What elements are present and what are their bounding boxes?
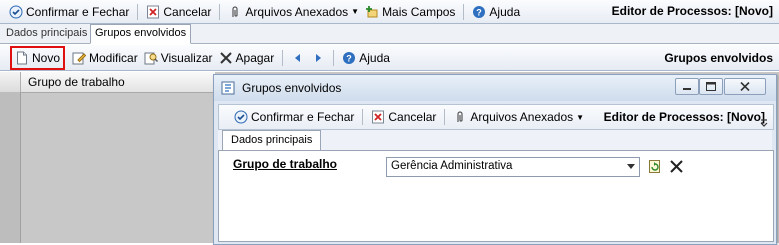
cancel-icon	[147, 5, 160, 18]
modify-button[interactable]: Modificar	[69, 48, 141, 68]
close-window-button[interactable]	[724, 78, 766, 95]
view-icon	[144, 52, 158, 64]
dialog-editor-title: Editor de Processos: [Novo]	[603, 110, 765, 124]
help-button[interactable]: ? Ajuda	[469, 2, 523, 22]
svg-text:?: ?	[346, 53, 352, 63]
check-circle-icon	[234, 110, 248, 124]
row-header-corner	[0, 72, 21, 92]
grid-header: Grupo de trabalho	[0, 72, 215, 93]
attachments-dropdown[interactable]: Arquivos Anexados ▼	[225, 2, 362, 22]
main-toolbar: Confirmar e Fechar Cancelar Arquivos Ane…	[0, 0, 779, 24]
arrow-right-icon	[316, 53, 322, 62]
cancel-icon	[372, 110, 385, 124]
more-fields-button[interactable]: Mais Campos	[362, 2, 458, 22]
help-icon: ?	[473, 5, 486, 18]
maximize-icon	[706, 82, 716, 91]
dialog-title: Grupos envolvidos	[242, 81, 342, 95]
separator	[137, 3, 139, 20]
check-circle-icon	[9, 5, 23, 18]
paperclip-icon	[232, 5, 239, 17]
svg-text:?: ?	[477, 7, 483, 17]
clear-x-icon[interactable]	[670, 160, 683, 173]
grupo-de-trabalho-label: Grupo de trabalho	[233, 157, 338, 171]
lookup-refresh-icon[interactable]	[648, 159, 662, 174]
dialog-tab-dados-principais[interactable]: Dados principais	[222, 130, 322, 151]
dialog-form: Grupo de trabalho Gerência Administrativ…	[218, 150, 774, 242]
dialog-titlebar: Grupos envolvidos	[214, 75, 776, 101]
arrow-left-icon	[295, 53, 301, 62]
editor-title: Editor de Processos: [Novo]	[611, 4, 773, 18]
tab-dados-principais[interactable]: Dados principais	[2, 25, 91, 42]
delete-x-icon	[219, 51, 232, 64]
grid-help-button[interactable]: ? Ajuda	[339, 48, 393, 68]
grupos-envolvidos-dialog: Grupos envolvidos Confirmar e Fechar Can…	[213, 74, 777, 245]
toolbar-overflow-icon[interactable]	[760, 119, 768, 127]
separator	[333, 49, 335, 66]
separator	[463, 3, 465, 20]
section-title: Grupos envolvidos	[664, 51, 773, 65]
dialog-confirm-close-button[interactable]: Confirmar e Fechar	[231, 107, 357, 127]
grid-toolbar: Novo Modificar Visualizar Apagar ? Ajuda…	[0, 45, 779, 71]
dialog-attachments-dropdown[interactable]: Arquivos Anexados ▼	[450, 107, 587, 127]
dropdown-arrow-icon: ▼	[351, 7, 360, 16]
grupo-de-trabalho-select[interactable]: Gerência Administrativa	[386, 157, 640, 177]
next-button[interactable]	[308, 48, 328, 68]
tab-grupos-envolvidos[interactable]: Grupos envolvidos	[90, 24, 192, 44]
view-button[interactable]: Visualizar	[141, 48, 216, 68]
maximize-button[interactable]	[699, 78, 723, 95]
separator	[219, 3, 221, 20]
minimize-button[interactable]	[675, 78, 699, 95]
minimize-icon	[683, 88, 691, 90]
column-header-grupo-de-trabalho[interactable]: Grupo de trabalho	[28, 75, 125, 89]
dialog-toolbar: Confirmar e Fechar Cancelar Arquivos Ane…	[218, 104, 774, 130]
separator	[282, 49, 284, 66]
separator	[362, 109, 364, 125]
tab-strip: Dados principais Grupos envolvidos	[0, 24, 779, 44]
dialog-cancel-button[interactable]: Cancelar	[368, 107, 439, 127]
row-header-column	[0, 92, 21, 243]
new-document-icon	[17, 51, 27, 64]
edit-icon	[72, 52, 87, 64]
add-fields-icon	[366, 5, 378, 17]
chevron-down-icon	[627, 164, 635, 169]
dropdown-arrow-icon: ▼	[576, 112, 585, 122]
new-button[interactable]: Novo	[9, 45, 66, 70]
close-icon	[740, 82, 750, 91]
confirm-close-button[interactable]: Confirmar e Fechar	[6, 2, 132, 22]
select-value: Gerência Administrativa	[391, 160, 513, 172]
separator	[444, 109, 446, 125]
delete-button[interactable]: Apagar	[216, 48, 278, 68]
window-app-icon	[221, 81, 235, 95]
help-icon: ?	[343, 51, 356, 64]
previous-button[interactable]	[288, 48, 308, 68]
cancel-button[interactable]: Cancelar	[143, 2, 214, 22]
paperclip-icon	[457, 111, 464, 122]
